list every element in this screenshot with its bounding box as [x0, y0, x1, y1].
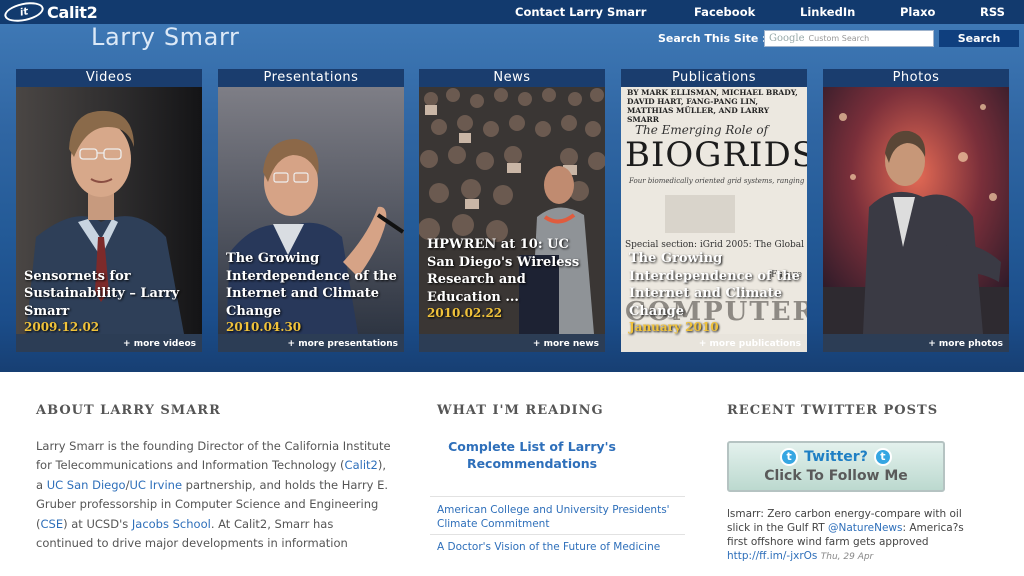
cse-link[interactable]: CSE	[41, 517, 64, 531]
tweet-url-link[interactable]: http://ff.im/-jxrOs	[727, 550, 817, 562]
search-placeholder: Custom Search	[808, 34, 870, 43]
nav-contact-link[interactable]: Contact Larry Smarr	[515, 5, 646, 19]
tweet-date: Thu, 29 Apr	[820, 552, 874, 562]
uci-link[interactable]: UC Irvine	[129, 478, 182, 492]
cover-note: Special section: iGrid 2005: The Global	[625, 240, 805, 250]
twitter-heading: RECENT TWITTER POSTS	[727, 403, 939, 418]
recommendations-link[interactable]: Complete List of Larry's Recommendations	[437, 438, 627, 472]
more-news-link[interactable]: + more news	[533, 339, 599, 349]
search-label: Search This Site :	[658, 32, 767, 45]
cover-figure	[665, 195, 735, 233]
tweet-mention-link[interactable]: @NatureNews	[828, 522, 902, 534]
card-presentations[interactable]: Presentations The Growing Interdependenc…	[218, 69, 404, 352]
news-title[interactable]: HPWREN at 10: UC San Diego's Wireless Re…	[427, 236, 599, 306]
about-text-part: Larry Smarr is the founding Director of …	[36, 439, 391, 473]
videos-caption[interactable]: Sensornets for Sustainability – Larry Sm…	[24, 268, 196, 335]
follow-label: Click To Follow Me	[764, 468, 908, 484]
top-bar: it Calit2 Contact Larry Smarr Facebook L…	[0, 0, 1024, 25]
about-text-part: ) at UCSD's	[63, 516, 132, 531]
card-videos[interactable]: Videos Sensornets for Sustainability – L…	[16, 69, 202, 352]
tab-news[interactable]: News	[419, 69, 605, 87]
nav-facebook-link[interactable]: Facebook	[694, 5, 755, 19]
twitter-bird-icon: t	[780, 448, 799, 466]
calit2-logo[interactable]: it Calit2	[2, 0, 98, 25]
logo-text: Calit2	[47, 2, 98, 22]
nav-rss-link[interactable]: RSS	[980, 5, 1005, 19]
presentations-date: 2010.04.30	[226, 320, 302, 334]
tab-photos[interactable]: Photos	[823, 69, 1009, 87]
tab-presentations[interactable]: Presentations	[218, 69, 404, 87]
nav-plaxo-link[interactable]: Plaxo	[900, 5, 935, 19]
presentations-caption[interactable]: The Growing Interdependence of the Inter…	[226, 250, 398, 334]
search-input[interactable]: Google Custom Search	[764, 30, 934, 47]
photos-photo[interactable]	[823, 87, 1009, 334]
divider	[430, 496, 685, 497]
gallery-photo	[823, 87, 1009, 334]
twitter-label: Twitter?	[804, 449, 868, 465]
follow-twitter-button[interactable]: t Twitter? t Click To Follow Me	[727, 441, 945, 492]
logo-badge: it	[2, 0, 46, 25]
cover-title: BIOGRIDS	[625, 135, 807, 175]
divider	[430, 534, 685, 535]
about-text: Larry Smarr is the founding Director of …	[36, 437, 394, 553]
cover-authors: By Mark Ellisman, Michael Brady, David H…	[627, 88, 798, 124]
twitter-line: t Twitter? t	[729, 448, 943, 466]
about-heading: ABOUT LARRY SMARR	[36, 403, 221, 418]
tweet: lsmarr: Zero carbon energy-compare with …	[727, 507, 977, 564]
more-photos-link[interactable]: + more photos	[928, 339, 1003, 349]
tab-videos[interactable]: Videos	[16, 69, 202, 87]
search-button[interactable]: Search	[939, 30, 1019, 47]
tab-publications[interactable]: Publications	[621, 69, 807, 87]
nav-linkedin-link[interactable]: LinkedIn	[800, 5, 855, 19]
publications-caption[interactable]: The Growing Interdependence of the Inter…	[629, 250, 801, 334]
reading-link-1[interactable]: American College and University Presiden…	[437, 503, 677, 531]
card-news[interactable]: News HPWREN at 10: UC San Diego's Wirele…	[419, 69, 605, 352]
twitter-bird-icon: t	[873, 448, 892, 466]
more-videos-link[interactable]: + more videos	[123, 339, 196, 349]
videos-date: 2009.12.02	[24, 320, 100, 334]
more-publications-link[interactable]: + more publications	[699, 339, 801, 349]
google-wordmark: Google	[769, 33, 805, 44]
news-caption[interactable]: HPWREN at 10: UC San Diego's Wireless Re…	[427, 236, 599, 320]
publications-title[interactable]: The Growing Interdependence of the Inter…	[629, 250, 801, 320]
news-date: 2010.02.22	[427, 306, 503, 320]
reading-heading: WHAT I'M READING	[437, 403, 604, 418]
jacobs-school-link[interactable]: Jacobs School	[132, 517, 211, 531]
card-photos[interactable]: Photos + more photos	[823, 69, 1009, 352]
reading-link-2[interactable]: A Doctor's Vision of the Future of Medic…	[437, 540, 677, 554]
calit2-link[interactable]: Calit2	[345, 458, 378, 472]
site-title[interactable]: Larry Smarr	[91, 23, 239, 51]
cover-subtitle: Four biomedically oriented grid systems,…	[629, 177, 805, 185]
presentations-title[interactable]: The Growing Interdependence of the Inter…	[226, 250, 398, 320]
publications-date: January 2010	[629, 320, 719, 334]
card-publications[interactable]: Publications By Mark Ellisman, Michael B…	[621, 69, 807, 352]
videos-title[interactable]: Sensornets for Sustainability – Larry Sm…	[24, 268, 196, 321]
ucsd-link[interactable]: UC San Diego	[47, 478, 126, 492]
more-presentations-link[interactable]: + more presentations	[288, 339, 398, 349]
